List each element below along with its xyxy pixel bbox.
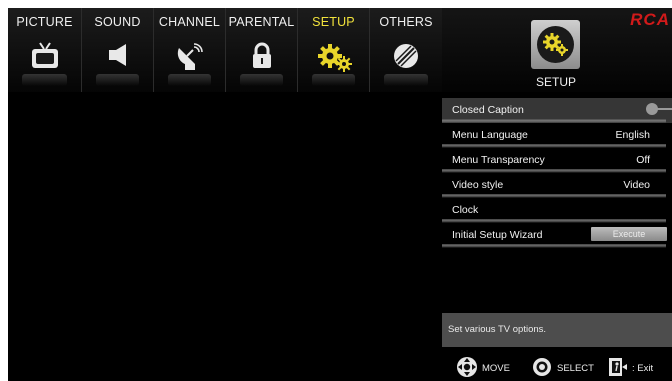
menu-item-value: Off bbox=[636, 154, 650, 166]
tab-setup[interactable]: SETUP bbox=[298, 8, 370, 92]
legend-label: : Exit bbox=[632, 363, 654, 374]
execute-button[interactable]: Execute bbox=[591, 227, 667, 241]
menu-item-label: Closed Caption bbox=[452, 104, 524, 116]
dpad-icon bbox=[457, 357, 477, 377]
category-tab-bar: PICTURE SOUND CHANNEL PARENTAL SETUP OTH… bbox=[8, 8, 442, 92]
speaker-icon bbox=[106, 42, 130, 68]
menu-item-closed-caption[interactable]: Closed Caption bbox=[442, 98, 672, 123]
tab-label: PARENTAL bbox=[228, 15, 295, 29]
setup-menu-panel: Closed Caption Menu Language English Men… bbox=[442, 92, 672, 381]
video-preview-area bbox=[8, 92, 442, 381]
tab-sound[interactable]: SOUND bbox=[82, 8, 154, 92]
menu-item-label: Clock bbox=[452, 204, 479, 216]
others-icon bbox=[392, 42, 420, 70]
menu-item-initial-setup-wizard[interactable]: Initial Setup Wizard Execute bbox=[442, 223, 672, 248]
satellite-dish-icon bbox=[175, 42, 205, 72]
tab-label: PICTURE bbox=[16, 15, 73, 29]
tab-others[interactable]: OTHERS bbox=[370, 8, 442, 92]
help-text: Set various TV options. bbox=[448, 324, 547, 335]
tv-icon bbox=[30, 42, 60, 70]
menu-item-label: Initial Setup Wizard bbox=[452, 229, 543, 241]
menu-item-menu-transparency[interactable]: Menu Transparency Off bbox=[442, 148, 672, 173]
tab-picture[interactable]: PICTURE bbox=[8, 8, 82, 92]
exit-door-icon bbox=[609, 358, 627, 376]
padlock-icon bbox=[250, 42, 274, 70]
current-section-gears-icon bbox=[531, 20, 580, 69]
icon-reflection bbox=[312, 74, 355, 86]
menu-item-clock[interactable]: Clock bbox=[442, 198, 672, 223]
menu-item-value: English bbox=[615, 129, 650, 141]
tab-channel[interactable]: CHANNEL bbox=[154, 8, 226, 92]
menu-item-label: Menu Transparency bbox=[452, 154, 545, 166]
icon-reflection bbox=[96, 74, 139, 86]
icon-reflection bbox=[168, 74, 211, 86]
icon-reflection bbox=[240, 74, 283, 86]
row-divider bbox=[442, 244, 666, 248]
menu-item-label: Menu Language bbox=[452, 129, 528, 141]
current-section-title: SETUP bbox=[535, 75, 576, 89]
menu-item-video-style[interactable]: Video style Video bbox=[442, 173, 672, 198]
menu-item-menu-language[interactable]: Menu Language English bbox=[442, 123, 672, 148]
legend-label: SELECT bbox=[557, 363, 594, 374]
tab-label: OTHERS bbox=[379, 15, 433, 29]
tab-label: CHANNEL bbox=[158, 15, 221, 29]
tab-label: SETUP bbox=[312, 15, 355, 29]
legend-label: MOVE bbox=[482, 363, 510, 374]
gears-icon bbox=[316, 42, 352, 72]
ok-button-icon bbox=[533, 358, 551, 376]
tab-parental[interactable]: PARENTAL bbox=[226, 8, 298, 92]
brand-logo: RCA bbox=[630, 10, 670, 29]
tv-screen: PICTURE SOUND CHANNEL PARENTAL SETUP OTH… bbox=[8, 8, 672, 381]
icon-reflection bbox=[384, 74, 428, 86]
key-legend: MOVE SELECT : Exit bbox=[442, 353, 672, 381]
menu-item-label: Video style bbox=[452, 179, 504, 191]
icon-reflection bbox=[22, 74, 67, 86]
menu-header: RCA SETUP bbox=[442, 8, 672, 92]
toggle-track bbox=[656, 108, 672, 110]
help-bar: Set various TV options. bbox=[442, 313, 672, 347]
toggle-switch[interactable] bbox=[646, 103, 658, 115]
menu-item-value: Video bbox=[623, 179, 650, 191]
tab-label: SOUND bbox=[94, 15, 141, 29]
